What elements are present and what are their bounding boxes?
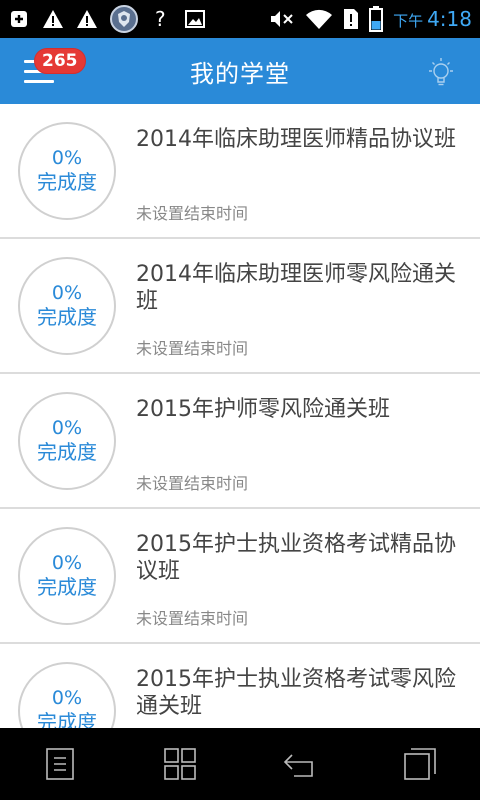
- course-title: 2014年临床助理医师精品协议班: [136, 127, 456, 152]
- wifi-icon: [305, 8, 333, 30]
- progress-percent: 0%: [51, 552, 83, 574]
- document-icon[interactable]: [30, 734, 90, 794]
- status-ampm: 下午: [393, 12, 424, 30]
- progress-circle: 0% 完成度: [18, 527, 116, 625]
- battery-icon: [369, 6, 384, 32]
- course-end-time: 未设置结束时间: [136, 339, 249, 358]
- course-item[interactable]: 0% 完成度 2015年护士执业资格考试零风险通关班: [0, 644, 480, 728]
- status-bar-notifications: ?: [8, 5, 206, 33]
- course-title: 2015年护士执业资格考试零风险通关班: [136, 667, 456, 719]
- shield-app-icon: [110, 5, 138, 33]
- course-item[interactable]: 0% 完成度 2015年护士执业资格考试精品协议班 未设置结束时间: [0, 509, 480, 644]
- page-title: 我的学堂: [190, 59, 290, 88]
- progress-circle: 0% 完成度: [18, 122, 116, 220]
- course-end-time: 未设置结束时间: [136, 609, 249, 628]
- progress-label: 完成度: [37, 575, 97, 599]
- course-title: 2014年临床助理医师零风险通关班: [136, 262, 456, 314]
- warning-icon: [42, 8, 64, 30]
- status-time: 4:18: [427, 7, 472, 31]
- progress-label: 完成度: [37, 440, 97, 464]
- progress-circle: 0% 完成度: [18, 392, 116, 490]
- course-list[interactable]: 0% 完成度 2014年临床助理医师精品协议班 未设置结束时间 0% 完成度 2…: [0, 104, 480, 728]
- course-end-time: 未设置结束时间: [136, 204, 249, 223]
- app-bar: 265 我的学堂: [0, 38, 480, 104]
- course-title: 2015年护师零风险通关班: [136, 397, 390, 422]
- recent-apps-icon[interactable]: [390, 734, 450, 794]
- progress-circle: 0% 完成度: [18, 257, 116, 355]
- course-item[interactable]: 0% 完成度 2014年临床助理医师精品协议班 未设置结束时间: [0, 104, 480, 239]
- menu-bar-line: [24, 80, 54, 83]
- sim-alert-icon: [343, 8, 359, 30]
- course-title: 2015年护士执业资格考试精品协议班: [136, 532, 456, 584]
- course-item[interactable]: 0% 完成度 2014年临床助理医师零风险通关班 未设置结束时间: [0, 239, 480, 374]
- svg-text:?: ?: [155, 8, 166, 30]
- progress-circle: 0% 完成度: [18, 662, 116, 728]
- course-item[interactable]: 0% 完成度 2015年护师零风险通关班 未设置结束时间: [0, 374, 480, 509]
- progress-percent: 0%: [51, 417, 83, 439]
- mute-icon: [269, 8, 295, 30]
- status-bar: ? 下午 4:18: [0, 0, 480, 38]
- course-end-time: 未设置结束时间: [136, 474, 249, 493]
- progress-label: 完成度: [37, 305, 97, 329]
- add-notification-icon: [8, 8, 30, 30]
- status-clock: 下午 4:18: [393, 7, 472, 31]
- progress-percent: 0%: [51, 687, 83, 709]
- system-nav-bar: [0, 728, 480, 800]
- help-icon: ?: [150, 8, 172, 30]
- progress-percent: 0%: [51, 147, 83, 169]
- progress-percent: 0%: [51, 282, 83, 304]
- notification-badge[interactable]: 265: [34, 48, 86, 74]
- status-bar-system: 下午 4:18: [269, 6, 472, 32]
- progress-label: 完成度: [37, 710, 97, 728]
- back-icon[interactable]: [270, 734, 330, 794]
- lightbulb-icon[interactable]: [424, 56, 458, 90]
- image-icon: [184, 8, 206, 30]
- grid-icon[interactable]: [150, 734, 210, 794]
- progress-label: 完成度: [37, 170, 97, 194]
- warning-icon: [76, 8, 98, 30]
